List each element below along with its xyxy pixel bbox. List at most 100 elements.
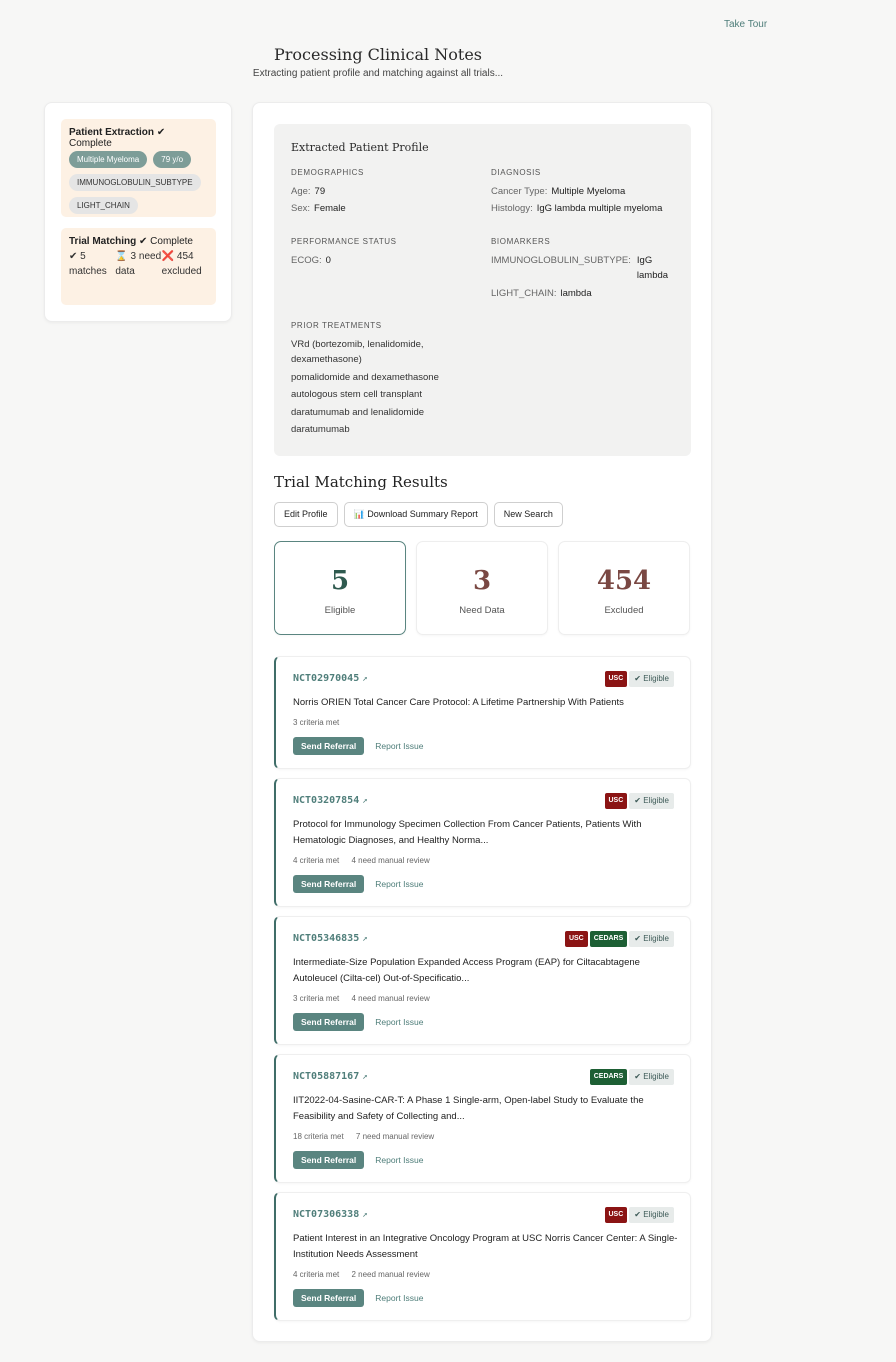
trial-badges: USC ✔ Eligible xyxy=(604,1207,674,1223)
usc-badge: USC xyxy=(564,931,588,947)
report-issue-link[interactable]: Report Issue xyxy=(375,1017,423,1027)
matches-stat: ✔ 5 matches xyxy=(69,251,107,277)
report-issue-link[interactable]: Report Issue xyxy=(375,1293,423,1303)
take-tour-link[interactable]: Take Tour xyxy=(724,19,767,30)
ecog-field: ECOG: 0 xyxy=(291,255,331,266)
page-subtitle: Extracting patient profile and matching … xyxy=(252,68,504,79)
step-label: Trial Matching xyxy=(69,236,137,247)
patient-extraction-step: Patient Extraction ✔ Complete Multiple M… xyxy=(61,119,216,217)
cedars-badge: CEDARS xyxy=(589,1069,628,1085)
criteria-met: 4 criteria met xyxy=(293,1270,340,1279)
criteria-met: 3 criteria met xyxy=(293,994,340,1003)
excluded-count: 454 xyxy=(596,566,652,596)
eligible-badge: ✔ Eligible xyxy=(629,1207,674,1223)
external-link-icon: ↗ xyxy=(362,674,368,684)
histology-field: Histology: IgG lambda multiple myeloma xyxy=(491,203,663,214)
report-issue-link[interactable]: Report Issue xyxy=(375,741,423,751)
chip-cancer-type: Multiple Myeloma xyxy=(69,151,148,168)
trial-meta: 3 criteria met 4 need manual review xyxy=(293,994,440,1003)
eligible-label: Eligible xyxy=(324,605,356,616)
manual-review: 7 need manual review xyxy=(355,1132,435,1141)
performance-heading: PERFORMANCE STATUS xyxy=(291,237,397,246)
x-icon: ❌ xyxy=(161,251,175,262)
trial-meta: 4 criteria met 2 need manual review xyxy=(293,1270,440,1279)
chip-biomarker: LIGHT_CHAIN xyxy=(69,197,138,214)
external-link-icon: ↗ xyxy=(362,796,368,806)
trial-title: Norris ORIEN Total Cancer Care Protocol:… xyxy=(293,697,624,708)
step-status: ✔ Complete xyxy=(139,236,193,247)
eligible-badge: ✔ Eligible xyxy=(629,931,674,947)
trial-card: NCT07306338 ↗ USC ✔ Eligible Patient Inte… xyxy=(274,1192,691,1321)
trial-meta: 18 criteria met 7 need manual review xyxy=(293,1132,444,1141)
external-link-icon: ↗ xyxy=(362,1072,368,1082)
new-search-button[interactable]: New Search xyxy=(493,502,563,527)
report-issue-link[interactable]: Report Issue xyxy=(375,1155,423,1165)
edit-profile-button[interactable]: Edit Profile xyxy=(274,502,338,527)
treatment-item: autologous stem cell transplant xyxy=(291,389,422,400)
send-referral-button[interactable]: Send Referral xyxy=(293,1151,365,1169)
excluded-summary-card[interactable]: 454 Excluded xyxy=(558,541,690,635)
step-label: Patient Extraction xyxy=(69,127,155,138)
manual-review: 2 need manual review xyxy=(351,1270,430,1279)
manual-review: 4 need manual review xyxy=(351,856,430,865)
treatment-item: pomalidomide and dexamethasone xyxy=(291,372,439,383)
criteria-met: 4 criteria met xyxy=(293,856,340,865)
trial-actions: Send Referral Report Issue xyxy=(293,875,423,893)
manual-review: 4 need manual review xyxy=(351,994,430,1003)
trial-id-link[interactable]: NCT03207854 ↗ xyxy=(293,795,368,806)
send-referral-button[interactable]: Send Referral xyxy=(293,1013,365,1031)
light-chain-field: LIGHT_CHAIN: lambda xyxy=(491,288,592,299)
need-data-summary-card[interactable]: 3 Need Data xyxy=(416,541,548,635)
eligible-badge: ✔ Eligible xyxy=(629,671,674,687)
need-data-label: Need Data xyxy=(459,605,505,616)
trial-title: Patient Interest in an Integrative Oncol… xyxy=(293,1233,678,1260)
criteria-met: 18 criteria met xyxy=(293,1132,344,1141)
treatment-item: VRd (bortezomib, lenalidomide, dexametha… xyxy=(291,339,424,365)
trial-card: NCT05887167 ↗ CEDARS ✔ Eligible IIT2022-0… xyxy=(274,1054,691,1183)
need-data-stat: ⌛ 3 need data xyxy=(115,251,162,277)
send-referral-button[interactable]: Send Referral xyxy=(293,875,365,893)
trial-title: Intermediate-Size Population Expanded Ac… xyxy=(293,957,640,984)
trial-badges: USC CEDARS ✔ Eligible xyxy=(564,931,674,947)
send-referral-button[interactable]: Send Referral xyxy=(293,1289,365,1307)
trial-card: NCT02970045 ↗ USC ✔ Eligible Norris ORIEN… xyxy=(274,656,691,769)
criteria-met: 3 criteria met xyxy=(293,718,340,727)
usc-badge: USC xyxy=(604,793,628,809)
eligible-summary-card[interactable]: 5 Eligible xyxy=(274,541,406,635)
trial-title: IIT2022-04-Sasine-CAR-T: A Phase 1 Singl… xyxy=(293,1095,644,1122)
treatments-heading: PRIOR TREATMENTS xyxy=(291,321,382,330)
trial-badges: USC ✔ Eligible xyxy=(604,671,674,687)
external-link-icon: ↗ xyxy=(362,934,368,944)
extraction-chips: Multiple Myeloma 79 y/o IMMUNOGLOBULIN_S… xyxy=(69,151,208,214)
need-data-count: 3 xyxy=(472,566,492,596)
trial-actions: Send Referral Report Issue xyxy=(293,737,423,755)
page-title: Processing Clinical Notes xyxy=(274,45,482,64)
trial-actions: Send Referral Report Issue xyxy=(293,1151,423,1169)
usc-badge: USC xyxy=(604,1207,628,1223)
treatment-item: daratumumab xyxy=(291,424,350,435)
trial-matching-step: Trial Matching ✔ Complete ✔ 5 matches ⌛ … xyxy=(61,228,216,305)
download-report-button[interactable]: 📊 Download Summary Report xyxy=(343,502,488,527)
trial-card: NCT05346835 ↗ USC CEDARS ✔ Eligible Inter… xyxy=(274,916,691,1045)
external-link-icon: ↗ xyxy=(362,1210,368,1220)
trial-id-link[interactable]: NCT05346835 ↗ xyxy=(293,933,368,944)
main-card: Extracted Patient Profile DEMOGRAPHICS A… xyxy=(252,102,712,1342)
eligible-count: 5 xyxy=(330,566,350,596)
send-referral-button[interactable]: Send Referral xyxy=(293,737,365,755)
trial-id-link[interactable]: NCT07306338 ↗ xyxy=(293,1209,368,1220)
trial-badges: USC ✔ Eligible xyxy=(604,793,674,809)
report-issue-link[interactable]: Report Issue xyxy=(375,879,423,889)
chip-age: 79 y/o xyxy=(153,151,192,168)
excluded-label: Excluded xyxy=(604,605,644,616)
results-title: Trial Matching Results xyxy=(274,473,448,491)
trial-meta: 4 criteria met 4 need manual review xyxy=(293,856,440,865)
profile-title: Extracted Patient Profile xyxy=(291,141,429,154)
treatment-item: daratumumab and lenalidomide xyxy=(291,407,425,418)
trial-title: Protocol for Immunology Specimen Collect… xyxy=(293,819,642,846)
age-field: Age: 79 xyxy=(291,186,326,197)
trial-id-link[interactable]: NCT05887167 ↗ xyxy=(293,1071,368,1082)
diagnosis-heading: DIAGNOSIS xyxy=(491,168,541,177)
results-actions: Edit Profile 📊 Download Summary Report N… xyxy=(274,502,563,527)
immunoglobulin-field: IMMUNOGLOBULIN_SUBTYPE: IgG lambda xyxy=(491,255,669,281)
trial-id-link[interactable]: NCT02970045 ↗ xyxy=(293,673,368,684)
